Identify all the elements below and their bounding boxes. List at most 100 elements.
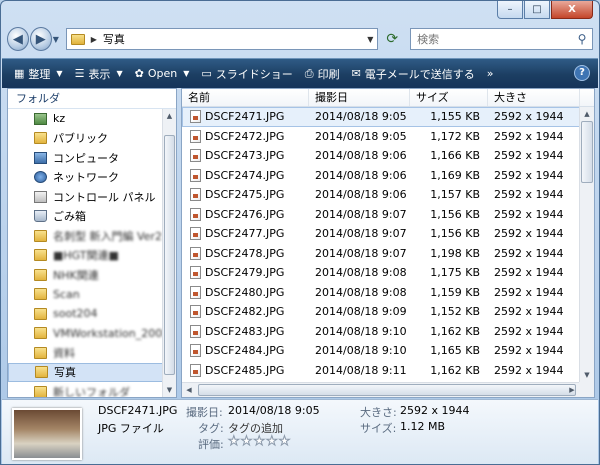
folder-icon <box>34 327 47 340</box>
folder-tree-item[interactable]: 名刺型 新入門編 Ver2 <box>8 226 176 246</box>
file-name-cell: DSCF2477.JPG <box>182 227 309 241</box>
folders-header[interactable]: フォルダ <box>8 89 176 109</box>
scroll-up-icon[interactable]: ▲ <box>163 109 176 123</box>
column-header-dimensions[interactable]: 大きさ <box>488 89 580 106</box>
scroll-down-icon[interactable]: ▼ <box>163 383 176 397</box>
folder-tree-item[interactable]: パブリック <box>8 129 176 149</box>
horizontal-scrollbar[interactable]: ◀ ▶ <box>182 382 579 397</box>
breadcrumb-arrow-icon[interactable]: ▶ <box>91 35 97 44</box>
scrollbar-thumb[interactable] <box>198 384 576 396</box>
back-button[interactable]: ◀ <box>7 27 29 51</box>
search-icon[interactable]: ⚲ <box>572 32 592 46</box>
file-row[interactable]: DSCF2478.JPG 2014/08/18 9:07 1,198 KB 2592 … <box>182 244 594 264</box>
folder-tree-item-label: ■HGT関連■ <box>53 249 119 263</box>
scrollbar-thumb[interactable] <box>581 121 593 183</box>
folder-tree-item[interactable]: 資料 <box>8 343 176 363</box>
folder-tree-item[interactable]: NHK関連 <box>8 265 176 285</box>
organize-button[interactable]: ▦ 整理 ▼ <box>8 61 69 87</box>
folder-tree-item[interactable]: kz <box>8 109 176 129</box>
rating-star-icon[interactable]: ★ <box>228 435 241 449</box>
scroll-up-icon[interactable]: ▲ <box>580 107 594 121</box>
file-row[interactable]: DSCF2475.JPG 2014/08/18 9:06 1,157 KB 2592 … <box>182 185 594 205</box>
breadcrumb[interactable]: 写真 <box>103 31 363 47</box>
column-header-size[interactable]: サイズ <box>410 89 488 106</box>
file-row[interactable]: DSCF2484.JPG 2014/08/18 9:10 1,165 KB 2592 … <box>182 341 594 361</box>
folder-tree-item[interactable]: ごみ箱 <box>8 207 176 227</box>
file-row[interactable]: DSCF2483.JPG 2014/08/18 9:10 1,162 KB 2592 … <box>182 322 594 342</box>
file-name-text: DSCF2478.JPG <box>205 246 285 260</box>
folder-tree-item[interactable]: VMWorkstation_2008_N <box>8 324 176 344</box>
file-row[interactable]: DSCF2473.JPG 2014/08/18 9:06 1,166 KB 2592 … <box>182 146 594 166</box>
refresh-button[interactable]: ⟳ <box>382 28 402 50</box>
folder-tree-item[interactable]: ■HGT関連■ <box>8 246 176 266</box>
rating-star-icon[interactable]: ★ <box>240 435 253 449</box>
folder-tree-item[interactable]: Scan <box>8 285 176 305</box>
address-bar[interactable]: ▶ 写真 ▼ <box>65 28 379 50</box>
file-row[interactable]: DSCF2472.JPG 2014/08/18 9:05 1,172 KB 2592 … <box>182 127 594 147</box>
dimensions-cell: 2592 x 1944 <box>494 285 564 299</box>
recent-pages-dropdown[interactable]: ▼ <box>53 35 62 44</box>
file-row[interactable]: DSCF2485.JPG 2014/08/18 9:11 1,162 KB 2592 … <box>182 361 594 381</box>
close-button[interactable]: X <box>551 1 593 19</box>
rating-star-icon[interactable]: ★ <box>278 435 291 449</box>
slideshow-button[interactable]: ▭ スライドショー <box>195 61 298 87</box>
scroll-down-icon[interactable]: ▼ <box>580 368 594 382</box>
scrollbar-thumb[interactable] <box>164 135 175 375</box>
minimize-button[interactable]: – <box>497 1 523 19</box>
print-button[interactable]: ⎙ 印刷 <box>299 61 346 87</box>
column-header-date-taken[interactable]: 撮影日 <box>309 89 410 106</box>
scroll-left-icon[interactable]: ◀ <box>182 383 196 397</box>
file-row[interactable]: DSCF2479.JPG 2014/08/18 9:08 1,175 KB 2592 … <box>182 263 594 283</box>
details-file-name: DSCF2471.JPG <box>98 404 178 417</box>
navigation-scrollbar[interactable]: ▲ ▼ <box>162 109 176 397</box>
rating-stars[interactable]: ★ ★ ★ ★ ★ <box>228 435 291 449</box>
file-row[interactable]: DSCF2480.JPG 2014/08/18 9:08 1,159 KB 2592 … <box>182 283 594 303</box>
more-commands-button[interactable]: » <box>481 61 500 87</box>
search-box[interactable]: ⚲ <box>410 28 594 50</box>
folder-tree-item[interactable]: コントロール パネル <box>8 187 176 207</box>
jpg-file-icon <box>190 207 201 221</box>
file-name-cell: DSCF2478.JPG <box>182 246 309 260</box>
scroll-right-icon[interactable]: ▶ <box>565 383 579 397</box>
navigation-pane: フォルダ kz パブリックコンピュータネットワーク コントロール パネル ごみ箱 名刺型… <box>7 88 177 398</box>
file-name-text: DSCF2472.JPG <box>205 129 285 143</box>
details-file-type: JPG ファイル <box>98 422 164 435</box>
dimensions-cell: 2592 x 1944 <box>494 207 564 221</box>
folder-tree-item[interactable]: コンピュータ <box>8 148 176 168</box>
maximize-button[interactable]: □ <box>524 1 550 19</box>
date-taken-cell: 2014/08/18 9:09 <box>315 305 407 319</box>
file-row[interactable]: DSCF2482.JPG 2014/08/18 9:09 1,152 KB 2592 … <box>182 302 594 322</box>
date-taken-value: 2014/08/18 9:05 <box>228 404 320 417</box>
folder-tree-item[interactable]: ネットワーク <box>8 168 176 188</box>
vertical-scrollbar[interactable]: ▲ ▼ <box>579 107 594 382</box>
jpg-file-icon <box>190 305 201 319</box>
rating-label: 評価: <box>198 438 224 451</box>
file-row[interactable]: DSCF2477.JPG 2014/08/18 9:07 1,156 KB 2592 … <box>182 224 594 244</box>
folder-tree-item[interactable]: soot204 <box>8 304 176 324</box>
folder-tree-item[interactable]: 写真 <box>8 362 176 382</box>
search-input[interactable] <box>417 32 573 46</box>
views-button[interactable]: ☰ 表示 ▼ <box>69 61 129 87</box>
file-row[interactable]: DSCF2474.JPG 2014/08/18 9:06 1,169 KB 2592 … <box>182 166 594 186</box>
file-row[interactable]: DSCF2476.JPG 2014/08/18 9:07 1,156 KB 2592 … <box>182 205 594 225</box>
email-button[interactable]: ✉ 電子メールで送信する <box>346 61 481 87</box>
help-button[interactable]: ? <box>574 65 590 81</box>
folder-tree-item[interactable]: 新しいフォルダ <box>8 382 176 397</box>
file-name-text: DSCF2476.JPG <box>205 207 285 221</box>
date-taken-cell: 2014/08/18 9:07 <box>315 246 407 260</box>
forward-button[interactable]: ▶ <box>29 27 52 51</box>
file-row[interactable]: DSCF2471.JPG 2014/08/18 9:05 1,155 KB 2592 … <box>182 107 594 127</box>
open-button[interactable]: ✿ Open ▼ <box>129 61 196 87</box>
jpg-file-icon <box>190 266 201 280</box>
rating-star-icon[interactable]: ★ <box>253 435 266 449</box>
date-taken-cell: 2014/08/18 9:06 <box>315 149 407 163</box>
slideshow-icon: ▭ <box>201 67 212 80</box>
chevron-down-icon: ▼ <box>56 69 63 78</box>
rating-star-icon[interactable]: ★ <box>265 435 278 449</box>
jpg-file-icon <box>190 285 201 299</box>
refresh-icon: ⟳ <box>386 31 399 47</box>
address-dropdown-icon[interactable]: ▼ <box>363 35 377 44</box>
column-header-name[interactable]: 名前 <box>182 89 309 106</box>
folder-tree-item-label: コンピュータ <box>53 151 119 165</box>
recycle-bin-icon <box>34 210 47 223</box>
